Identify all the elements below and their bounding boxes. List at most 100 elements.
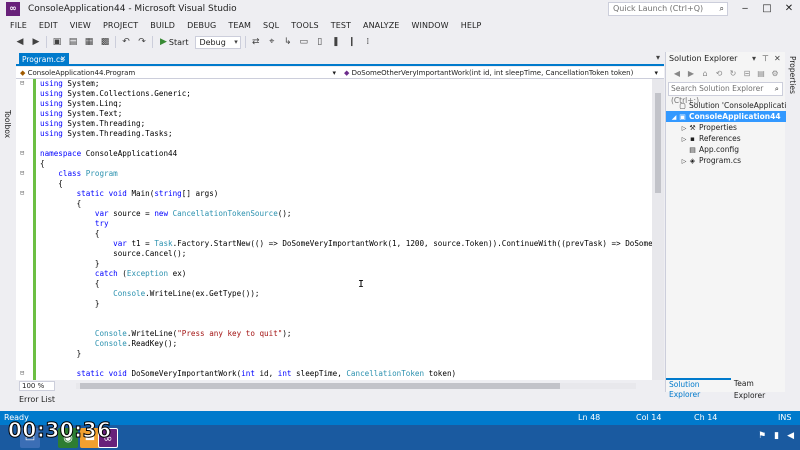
code-line[interactable]: using System.Collections.Generic; <box>40 89 191 99</box>
code-line[interactable]: source.Cancel(); <box>40 249 186 259</box>
outline-collapse-icon[interactable]: ⊟ <box>20 369 24 377</box>
code-line[interactable]: { <box>40 159 45 169</box>
solution-configuration-dropdown[interactable]: Debug <box>195 35 241 49</box>
menu-build[interactable]: BUILD <box>144 21 181 30</box>
volume-icon[interactable]: ◀ <box>787 431 794 441</box>
maximize-button[interactable]: □ <box>756 0 778 18</box>
navigate-back-icon[interactable]: ◀ <box>14 36 26 48</box>
tree-node[interactable]: ▤ App.config <box>666 144 786 155</box>
minimize-button[interactable]: ‒ <box>734 0 756 18</box>
tree-node[interactable]: ▷ ◈ Program.cs <box>666 155 786 166</box>
save-icon[interactable]: ▦ <box>83 36 95 48</box>
menu-test[interactable]: TEST <box>325 21 357 30</box>
code-line[interactable]: namespace ConsoleApplication44 <box>40 149 177 159</box>
pin-icon[interactable]: ⊤ <box>762 52 769 66</box>
scrollbar-thumb[interactable] <box>655 93 661 193</box>
collapsed-arrow-icon[interactable]: ▷ <box>680 134 688 144</box>
zoom-dropdown[interactable]: 100 % <box>19 381 56 391</box>
menu-debug[interactable]: DEBUG <box>181 21 222 30</box>
menu-analyze[interactable]: ANALYZE <box>357 21 405 30</box>
code-line[interactable]: static void DoSomeVeryImportantWork(int … <box>40 369 457 379</box>
tab-solution-explorer[interactable]: Solution Explorer <box>666 378 731 399</box>
code-line[interactable]: var t1 = Task.Factory.StartNew(() => DoS… <box>40 239 652 249</box>
code-line[interactable]: catch (Exception ex) <box>40 269 186 279</box>
uncomment-icon[interactable]: ▯ <box>314 36 326 48</box>
type-dropdown[interactable]: ◆ ConsoleApplication44.Program ▾ <box>18 68 338 78</box>
tree-node[interactable]: ◢ ▣ ConsoleApplication44 <box>666 111 786 122</box>
undo-icon[interactable]: ↶ <box>120 36 132 48</box>
outline-collapse-icon[interactable]: ⊟ <box>20 169 24 177</box>
code-line[interactable]: } <box>40 349 82 359</box>
toolbox-tab[interactable]: Toolbox <box>3 110 12 138</box>
properties-tab[interactable]: Properties <box>788 56 797 94</box>
redo-icon[interactable]: ↷ <box>136 36 148 48</box>
close-button[interactable]: ✕ <box>778 0 800 18</box>
new-project-icon[interactable]: ▣ <box>51 36 63 48</box>
scrollbar-thumb[interactable] <box>80 383 560 389</box>
code-line[interactable]: class Program <box>40 169 117 179</box>
browser-link-icon[interactable]: ⇄ <box>250 36 262 48</box>
sync-icon[interactable]: ⟲ <box>714 69 724 78</box>
expanded-arrow-icon[interactable]: ◢ <box>670 112 678 122</box>
back-icon[interactable]: ◀ <box>672 69 682 78</box>
outline-collapse-icon[interactable]: ⊟ <box>20 79 24 87</box>
outline-collapse-icon[interactable]: ⊟ <box>20 189 24 197</box>
close-icon[interactable]: ✕ <box>774 52 781 66</box>
tab-program-cs[interactable]: Program.cs ✕ <box>19 53 69 66</box>
code-text[interactable]: using System; using System.Collections.Ge… <box>40 79 652 380</box>
tree-node[interactable]: ▷ ▪ References <box>666 133 786 144</box>
code-line[interactable]: using System.Text; <box>40 109 122 119</box>
menu-file[interactable]: FILE <box>4 21 33 30</box>
next-bookmark-icon[interactable]: ❙ <box>346 36 358 48</box>
menu-window[interactable]: WINDOW <box>405 21 454 30</box>
save-all-icon[interactable]: ▩ <box>99 36 111 48</box>
code-line[interactable]: using System.Threading; <box>40 119 145 129</box>
tab-dropdown-icon[interactable]: ▾ <box>656 53 660 62</box>
code-line[interactable]: } <box>40 299 100 309</box>
code-line[interactable]: { <box>40 279 100 289</box>
home-icon[interactable]: ⌂ <box>700 69 710 78</box>
show-all-files-icon[interactable]: ▤ <box>756 69 766 78</box>
quick-launch-input[interactable]: Quick Launch (Ctrl+Q) ⌕ <box>608 2 728 16</box>
menu-help[interactable]: HELP <box>455 21 488 30</box>
vertical-scrollbar[interactable] <box>652 79 664 380</box>
code-line[interactable]: using System; <box>40 79 99 89</box>
properties-icon[interactable]: ⚙ <box>770 69 780 78</box>
flag-icon[interactable]: ⚑ <box>758 431 766 441</box>
menu-view[interactable]: VIEW <box>64 21 97 30</box>
code-line[interactable]: { <box>40 199 82 209</box>
tab-team-explorer[interactable]: Team Explorer <box>731 378 786 400</box>
code-line[interactable]: Console.ReadKey(); <box>40 339 177 349</box>
close-tab-icon[interactable]: ✕ <box>60 53 66 66</box>
outline-collapse-icon[interactable]: ⊟ <box>20 149 24 157</box>
network-icon[interactable]: ▮ <box>774 431 779 441</box>
menu-edit[interactable]: EDIT <box>33 21 64 30</box>
menu-team[interactable]: TEAM <box>222 21 257 30</box>
tree-node[interactable]: ▷ ⚒ Properties <box>666 122 786 133</box>
code-editor[interactable]: ⊟ ⊟ ⊟ ⊟ ⊟ using System; using System.Coll… <box>16 79 664 380</box>
menu-sql[interactable]: SQL <box>257 21 285 30</box>
code-line[interactable]: using System.Linq; <box>40 99 122 109</box>
code-line[interactable]: { <box>40 229 100 239</box>
code-line[interactable]: static void Main(string[] args) <box>40 189 219 199</box>
window-position-icon[interactable]: ▾ <box>752 52 756 66</box>
navigate-forward-icon[interactable]: ▶ <box>30 36 42 48</box>
code-line[interactable]: Console.WriteLine("Press any key to quit… <box>40 329 292 339</box>
forward-icon[interactable]: ▶ <box>686 69 696 78</box>
error-list-tab[interactable]: Error List <box>16 393 216 407</box>
horizontal-scrollbar[interactable] <box>76 383 636 389</box>
code-line[interactable]: using System.Threading.Tasks; <box>40 129 173 139</box>
member-dropdown[interactable]: ◆ DoSomeOtherVeryImportantWork(int id, i… <box>342 68 660 78</box>
menu-tools[interactable]: TOOLS <box>285 21 325 30</box>
step-icon[interactable]: ↳ <box>282 36 294 48</box>
bookmark-icon[interactable]: ❚ <box>330 36 342 48</box>
start-debugging-button[interactable]: ▶ Start <box>157 37 191 47</box>
open-file-icon[interactable]: ▤ <box>67 36 79 48</box>
collapsed-arrow-icon[interactable]: ▷ <box>680 123 688 133</box>
menu-project[interactable]: PROJECT <box>97 21 144 30</box>
code-line[interactable]: try <box>40 219 109 229</box>
code-line[interactable]: var source = new CancellationTokenSource… <box>40 209 292 219</box>
solution-explorer-search-input[interactable]: Search Solution Explorer (Ctrl+;) ⌕ <box>668 82 783 105</box>
clear-bookmarks-icon[interactable]: ⁞ <box>362 36 374 48</box>
refresh-icon[interactable]: ↻ <box>728 69 738 78</box>
